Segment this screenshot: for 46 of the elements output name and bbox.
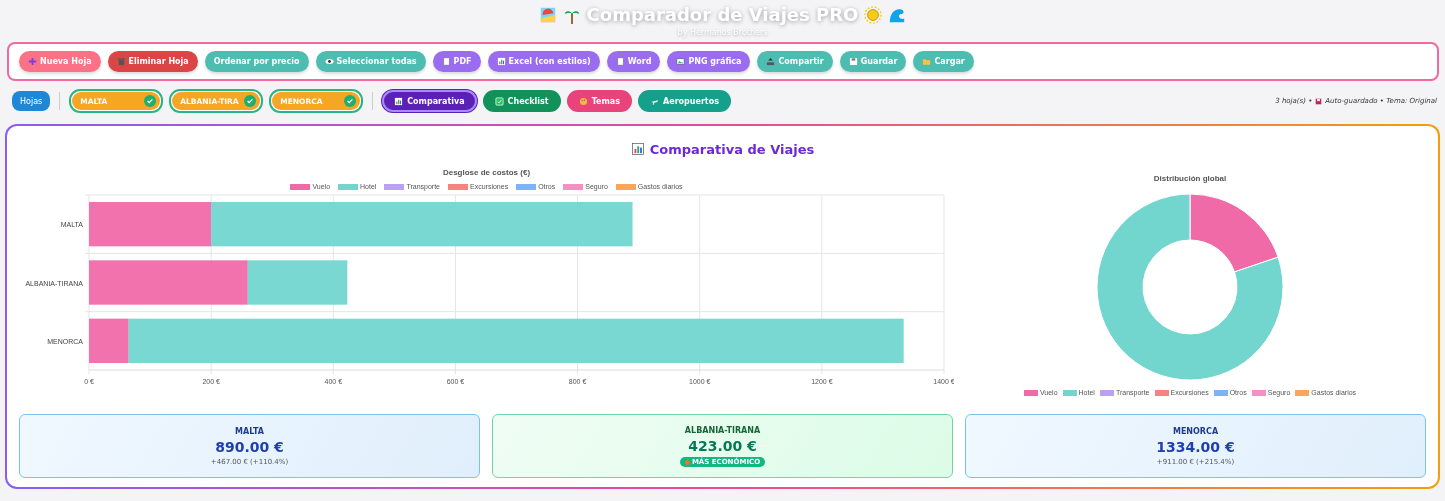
chart-title: Distribución global	[1153, 174, 1227, 183]
wave-icon	[888, 6, 907, 24]
sheets-button[interactable]: Hojas	[12, 91, 51, 111]
toolbar-button[interactable]: Nueva Hoja	[19, 51, 101, 72]
view-tab[interactable]: Temas	[566, 90, 632, 112]
toolbar-button[interactable]: Word	[606, 51, 661, 72]
check-icon[interactable]	[244, 95, 257, 107]
document-icon	[615, 57, 625, 66]
view-tab[interactable]: Comparativa	[382, 90, 477, 112]
palette-icon	[578, 96, 588, 106]
trip-total: 890.00 €	[215, 438, 284, 455]
trip-name: ALBANIA-TIRANA	[684, 425, 761, 435]
floppy-icon	[1315, 97, 1323, 105]
document-icon	[441, 57, 451, 66]
view-tab[interactable]: Aeropuertos	[638, 90, 731, 112]
toolbar-button[interactable]: PDF	[432, 51, 481, 72]
panel-title: Comparativa de Viajes	[649, 141, 815, 157]
eye-icon	[324, 57, 334, 66]
trash-icon	[116, 57, 126, 66]
toolbar-button[interactable]: Cargar	[913, 51, 974, 72]
toolbar-button[interactable]: Compartir	[757, 51, 833, 72]
trip-total: 423.00 €	[688, 437, 757, 454]
check-icon[interactable]	[344, 95, 357, 107]
folder-icon	[922, 57, 932, 66]
chart-icon	[496, 57, 506, 66]
chart-icon	[630, 142, 645, 156]
toolbar-button[interactable]: PNG gráfica	[667, 51, 751, 72]
beach-icon	[538, 6, 557, 24]
trip-total: 1334.00 €	[1156, 438, 1235, 455]
floppy-icon	[848, 57, 858, 66]
chart-icon	[394, 96, 404, 106]
toolbar-button[interactable]: Eliminar Hoja	[107, 51, 198, 72]
image-icon	[676, 57, 686, 66]
tray-icon	[766, 57, 776, 66]
plus-icon	[28, 57, 37, 66]
trip-name: MENORCA	[1172, 426, 1219, 436]
view-tab[interactable]: Checklist	[482, 90, 561, 112]
chart-title: Desglose de costos (€)	[442, 168, 531, 177]
toolbar-button[interactable]: Guardar	[839, 51, 907, 72]
check-icon[interactable]	[144, 95, 157, 107]
sun-icon	[864, 6, 883, 24]
toolbar-button[interactable]: Ordenar por precio	[204, 51, 309, 72]
checkbox-icon	[494, 96, 504, 106]
trip-name: MALTA	[235, 426, 264, 436]
toolbar-button[interactable]: Excel (con estilos)	[487, 51, 600, 72]
toolbar-button[interactable]: Seleccionar todas	[315, 51, 426, 72]
